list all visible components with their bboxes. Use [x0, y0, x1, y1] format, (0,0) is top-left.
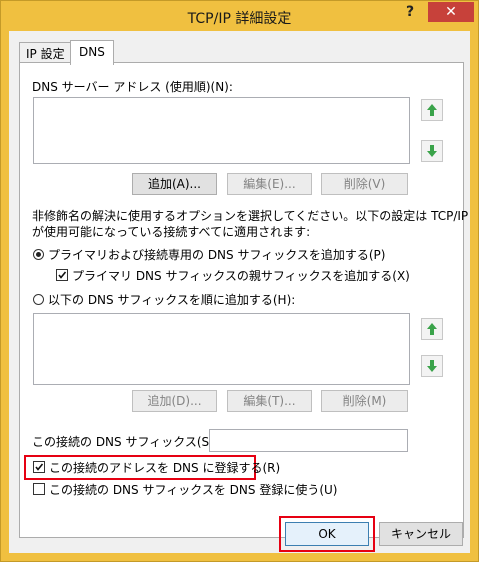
suffix-move-down-button[interactable]	[421, 355, 443, 377]
dns-servers-label: DNS サーバー アドレス (使用順)(N):	[32, 80, 233, 94]
help-button[interactable]: ?	[399, 4, 421, 24]
arrow-up-icon	[427, 323, 437, 335]
edit-suffix-button[interactable]: 編集(T)...	[227, 390, 312, 412]
register-checkbox[interactable]	[33, 461, 45, 473]
remove-server-button[interactable]: 削除(V)	[321, 173, 408, 195]
description-line-2: が使用可能になっている接続すべてに適用されます:	[32, 225, 311, 239]
add-server-button[interactable]: 追加(A)...	[132, 173, 217, 195]
close-button[interactable]: ✕	[428, 2, 474, 22]
title-bar[interactable]: TCP/IP 詳細設定 ? ✕	[1, 1, 478, 31]
ok-button[interactable]: OK	[285, 522, 369, 546]
parent-suffix-checkbox[interactable]	[56, 269, 68, 281]
dns-suffix-list[interactable]	[33, 313, 410, 385]
connection-suffix-label: この接続の DNS サフィックス(S):	[32, 435, 218, 449]
description-line-1: 非修飾名の解決に使用するオプションを選択してください。以下の設定は TCP/IP	[32, 209, 469, 223]
move-up-button[interactable]	[421, 99, 443, 121]
arrow-up-icon	[427, 104, 437, 116]
arrow-down-icon	[427, 145, 437, 157]
cancel-button[interactable]: キャンセル	[379, 522, 463, 546]
dns-panel: DNS サーバー アドレス (使用順)(N): 追加(A)... 編集(E)..…	[19, 62, 468, 538]
dialog-client: IP 設定 DNS DNS サーバー アドレス (使用順)(N): 追加(A).…	[9, 31, 470, 553]
move-down-button[interactable]	[421, 140, 443, 162]
radio-primary-suffix[interactable]	[33, 249, 44, 260]
radio-append-suffix[interactable]	[33, 294, 44, 305]
dns-servers-list[interactable]	[33, 97, 410, 164]
register-label: この接続のアドレスを DNS に登録する(R)	[49, 461, 281, 475]
use-suffix-checkbox[interactable]	[33, 483, 45, 495]
use-suffix-label: この接続の DNS サフィックスを DNS 登録に使う(U)	[49, 483, 338, 497]
edit-server-button[interactable]: 編集(E)...	[227, 173, 312, 195]
parent-suffix-label: プライマリ DNS サフィックスの親サフィックスを追加する(X)	[72, 269, 410, 283]
arrow-down-icon	[427, 360, 437, 372]
add-suffix-button[interactable]: 追加(D)...	[132, 390, 217, 412]
suffix-move-up-button[interactable]	[421, 318, 443, 340]
dialog-window: TCP/IP 詳細設定 ? ✕ IP 設定 DNS DNS サーバー アドレス …	[0, 0, 479, 562]
tab-dns[interactable]: DNS	[70, 40, 114, 65]
connection-suffix-input[interactable]	[209, 429, 408, 452]
checkmark-icon	[35, 463, 44, 471]
radio-append-suffix-label: 以下の DNS サフィックスを順に追加する(H):	[48, 293, 296, 307]
remove-suffix-button[interactable]: 削除(M)	[321, 390, 408, 412]
checkmark-icon	[58, 271, 67, 279]
radio-primary-suffix-label: プライマリおよび接続専用の DNS サフィックスを追加する(P)	[48, 248, 386, 262]
